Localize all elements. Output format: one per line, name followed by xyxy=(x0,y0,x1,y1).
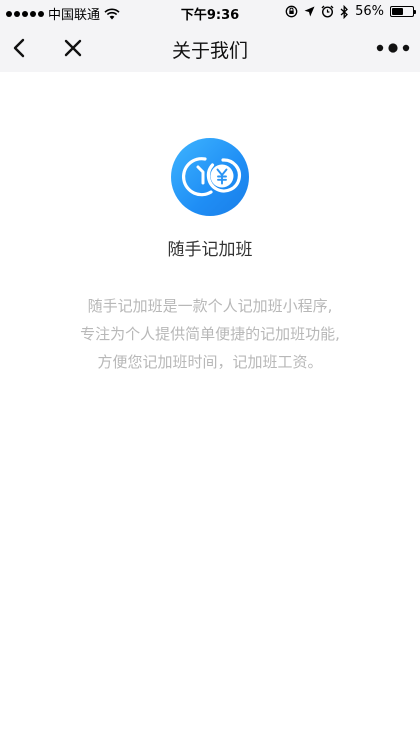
alarm-clock-icon xyxy=(321,5,334,18)
app-description: 随手记加班是一款个人记加班小程序, 专注为个人提供简单便捷的记加班功能, 方便您… xyxy=(40,292,380,376)
battery-fill xyxy=(392,8,404,15)
app-name: 随手记加班 xyxy=(167,240,253,260)
description-line: 随手记加班是一款个人记加班小程序, xyxy=(87,297,333,315)
more-dots-icon xyxy=(376,43,410,53)
battery-percent: 56% xyxy=(355,4,384,19)
location-arrow-icon xyxy=(304,6,315,17)
rotation-lock-icon xyxy=(285,5,298,18)
status-right: 56% xyxy=(285,4,416,19)
battery-icon xyxy=(390,6,416,17)
about-screen: 中国联通 下午9:36 56% 关于我们 随手记加班 随手记加班是一款个人记加班… xyxy=(0,0,420,747)
nav-bar: 关于我们 xyxy=(0,24,420,72)
app-logo xyxy=(171,138,249,216)
description-line: 专注为个人提供简单便捷的记加班功能, xyxy=(80,325,340,343)
clock-yen-logo xyxy=(181,157,242,197)
bluetooth-icon xyxy=(340,4,349,19)
more-button[interactable] xyxy=(376,34,410,62)
status-bar: 中国联通 下午9:36 56% xyxy=(0,0,420,24)
description-line: 方便您记加班时间，记加班工资。 xyxy=(97,353,323,371)
page-title: 关于我们 xyxy=(171,40,248,62)
